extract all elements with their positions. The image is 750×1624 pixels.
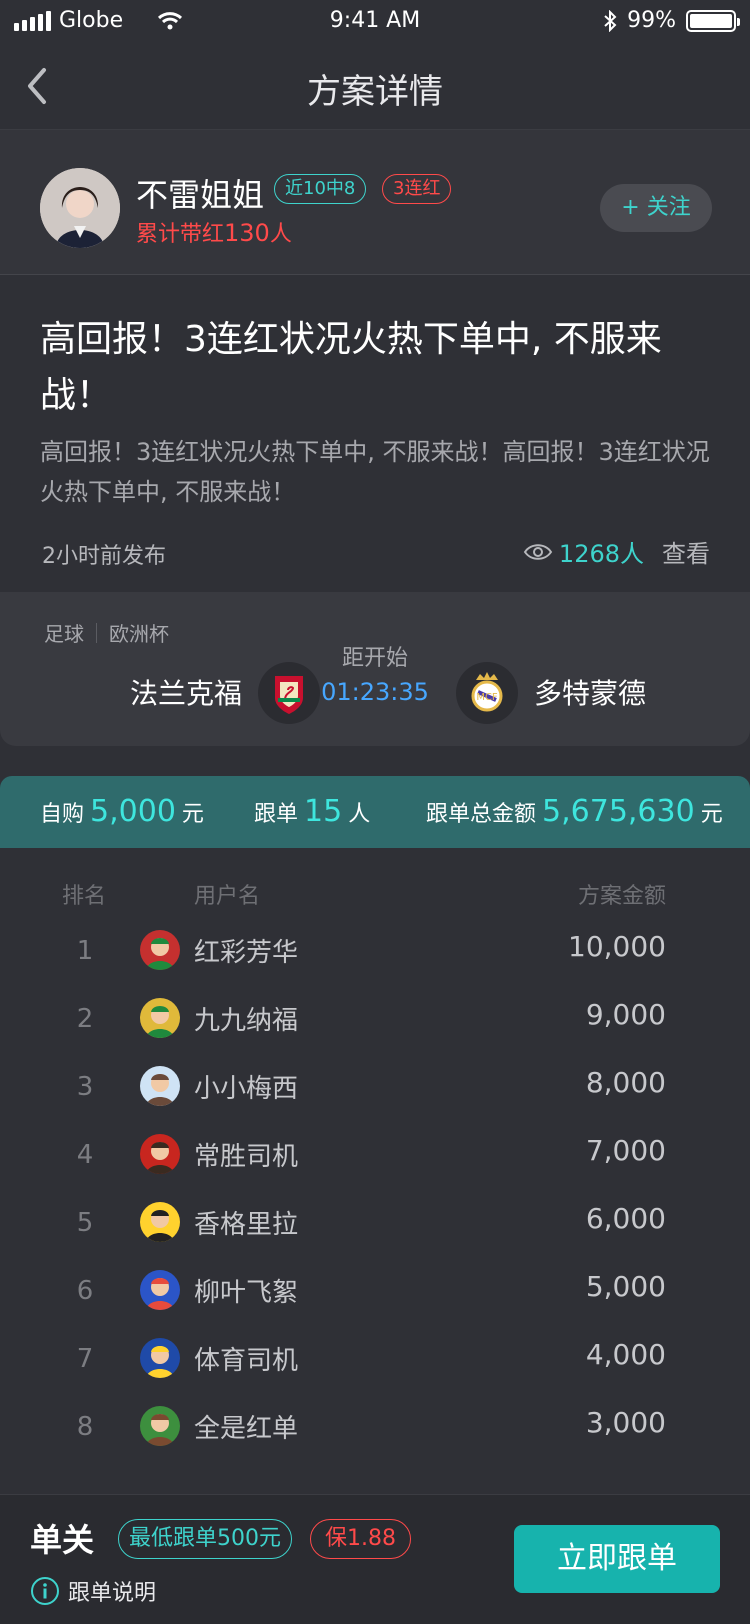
row-amount: 3,000 bbox=[585, 1406, 666, 1439]
table-row[interactable]: 2 九九纳福 9,000 bbox=[0, 984, 750, 1054]
info-icon bbox=[31, 1577, 59, 1605]
order-summary-bar: 自购 5,000 元 跟单 15 人 跟单总金额 5,675,630 元 bbox=[0, 776, 750, 848]
total-unit: 元 bbox=[700, 802, 723, 827]
away-team: 多特蒙德 bbox=[534, 677, 647, 710]
accumulated-followers: 累计带红130人 bbox=[136, 216, 292, 248]
explain-label: 跟单说明 bbox=[68, 1581, 157, 1606]
self-unit: 元 bbox=[181, 802, 204, 827]
row-username: 全是红单 bbox=[194, 1414, 299, 1444]
row-rank: 3 bbox=[76, 1072, 94, 1102]
follower-count: 跟单 15 人 bbox=[254, 794, 370, 829]
accum-count: 130 bbox=[224, 219, 270, 247]
follow-value: 15 bbox=[304, 794, 343, 829]
row-username: 体育司机 bbox=[194, 1346, 299, 1376]
row-username: 小小梅西 bbox=[194, 1074, 299, 1104]
follow-total-amount: 跟单总金额 5,675,630 元 bbox=[426, 794, 723, 829]
header-user: 用户名 bbox=[194, 884, 261, 909]
follow-now-button[interactable]: 立即跟单 bbox=[514, 1525, 720, 1593]
follow-unit: 人 bbox=[348, 802, 371, 827]
table-row[interactable]: 7 体育司机 4,000 bbox=[0, 1324, 750, 1394]
self-purchase: 自购 5,000 元 bbox=[40, 794, 204, 829]
bluetooth-icon bbox=[604, 9, 617, 32]
plan-type: 单关 bbox=[30, 1521, 95, 1559]
self-label: 自购 bbox=[40, 802, 85, 827]
eye-icon bbox=[523, 543, 553, 560]
user-avatar-icon bbox=[140, 1406, 180, 1446]
status-right: 99% bbox=[603, 8, 740, 33]
svg-text:MCF: MCF bbox=[476, 692, 498, 703]
header-rank: 排名 bbox=[62, 884, 107, 909]
streak-badge: 3连红 bbox=[382, 174, 452, 204]
user-avatar-icon bbox=[140, 1066, 180, 1106]
table-row[interactable]: 8 全是红单 3,000 bbox=[0, 1392, 750, 1462]
table-row[interactable]: 3 小小梅西 8,000 bbox=[0, 1052, 750, 1122]
plan-title: 高回报！3连红状况火热下单中, 不服来战！ bbox=[40, 319, 662, 416]
odds-badge: 保1.88 bbox=[310, 1519, 411, 1559]
recent-record-badge: 近10中8 bbox=[274, 174, 367, 204]
nav-bar: 方案详情 bbox=[0, 44, 750, 130]
avatar[interactable] bbox=[40, 168, 120, 248]
row-username: 香格里拉 bbox=[194, 1210, 299, 1240]
row-amount: 9,000 bbox=[585, 998, 666, 1031]
row-rank: 6 bbox=[76, 1276, 94, 1306]
user-avatar-icon bbox=[140, 1338, 180, 1378]
author-profile: 不雷姐姐 近10中8 3连红 累计带红130人 + 关注 bbox=[0, 130, 750, 275]
status-bar: Globe 9:41 AM 99% bbox=[0, 0, 750, 44]
plan-article: 高回报！3连红状况火热下单中, 不服来战！ 高回报！3连红状况火热下单中, 不服… bbox=[0, 276, 750, 592]
row-amount: 10,000 bbox=[568, 930, 666, 963]
self-value: 5,000 bbox=[90, 794, 176, 829]
user-avatar-icon bbox=[140, 1270, 180, 1310]
follow-label: 跟单 bbox=[254, 802, 299, 827]
table-row[interactable]: 4 常胜司机 7,000 bbox=[0, 1120, 750, 1190]
user-avatar-icon bbox=[140, 1202, 180, 1242]
follow-explanation-link[interactable]: 跟单说明 bbox=[30, 1575, 156, 1607]
table-row[interactable]: 5 香格里拉 6,000 bbox=[0, 1188, 750, 1258]
row-username: 九九纳福 bbox=[194, 1006, 299, 1036]
row-rank: 4 bbox=[76, 1140, 94, 1170]
page-title: 方案详情 bbox=[307, 72, 443, 112]
follower-ranking-table: 排名 用户名 方案金额 1 红彩芳华 10,000 2 九九纳福 9,000 3 小小梅西 8,… bbox=[0, 848, 750, 1494]
header-amount: 方案金额 bbox=[577, 884, 666, 909]
battery-icon bbox=[686, 9, 740, 32]
accum-label: 累计带红 bbox=[136, 222, 225, 247]
row-rank: 5 bbox=[76, 1208, 94, 1238]
user-avatar-icon bbox=[140, 930, 180, 970]
min-bet-badge: 最低跟单500元 bbox=[118, 1519, 292, 1559]
user-avatar-icon bbox=[140, 1134, 180, 1174]
views-number: 1268人 bbox=[558, 540, 644, 568]
total-label: 跟单总金额 bbox=[426, 802, 537, 827]
row-amount: 5,000 bbox=[585, 1270, 666, 1303]
row-amount: 8,000 bbox=[585, 1066, 666, 1099]
row-amount: 4,000 bbox=[585, 1338, 666, 1371]
match-card[interactable]: 足球 欧洲杯 距开始 法兰克福 01:23:35 MCF 多特蒙德 bbox=[0, 592, 750, 746]
bottom-action-bar: 单关 最低跟单500元 保1.88 跟单说明 立即跟单 bbox=[0, 1494, 750, 1624]
row-rank: 7 bbox=[76, 1344, 94, 1374]
accum-unit: 人 bbox=[269, 222, 292, 247]
table-row[interactable]: 1 红彩芳华 10,000 bbox=[0, 916, 750, 986]
battery-percent: 99% bbox=[627, 8, 676, 33]
table-row[interactable]: 6 柳叶飞絮 5,000 bbox=[0, 1256, 750, 1326]
countdown-label: 距开始 bbox=[341, 646, 408, 671]
row-amount: 7,000 bbox=[585, 1134, 666, 1167]
row-username: 柳叶飞絮 bbox=[194, 1278, 299, 1308]
posted-time: 2小时前发布 bbox=[42, 544, 166, 569]
real-madrid-crest-icon: MCF bbox=[456, 662, 518, 724]
row-rank: 2 bbox=[76, 1004, 94, 1034]
plan-summary: 高回报！3连红状况火热下单中, 不服来战！高回报！3连红状况火热下单中, 不服来… bbox=[40, 438, 710, 506]
views-label: 查看 bbox=[662, 540, 710, 568]
follow-button[interactable]: + 关注 bbox=[600, 184, 712, 232]
row-username: 红彩芳华 bbox=[194, 938, 299, 968]
author-name[interactable]: 不雷姐姐 bbox=[136, 170, 264, 216]
row-rank: 8 bbox=[76, 1412, 94, 1442]
row-amount: 6,000 bbox=[585, 1202, 666, 1235]
view-count: 1268人 查看 bbox=[523, 534, 710, 569]
row-rank: 1 bbox=[76, 936, 94, 966]
user-avatar-icon bbox=[140, 998, 180, 1038]
row-username: 常胜司机 bbox=[194, 1142, 299, 1172]
total-value: 5,675,630 bbox=[542, 794, 695, 829]
